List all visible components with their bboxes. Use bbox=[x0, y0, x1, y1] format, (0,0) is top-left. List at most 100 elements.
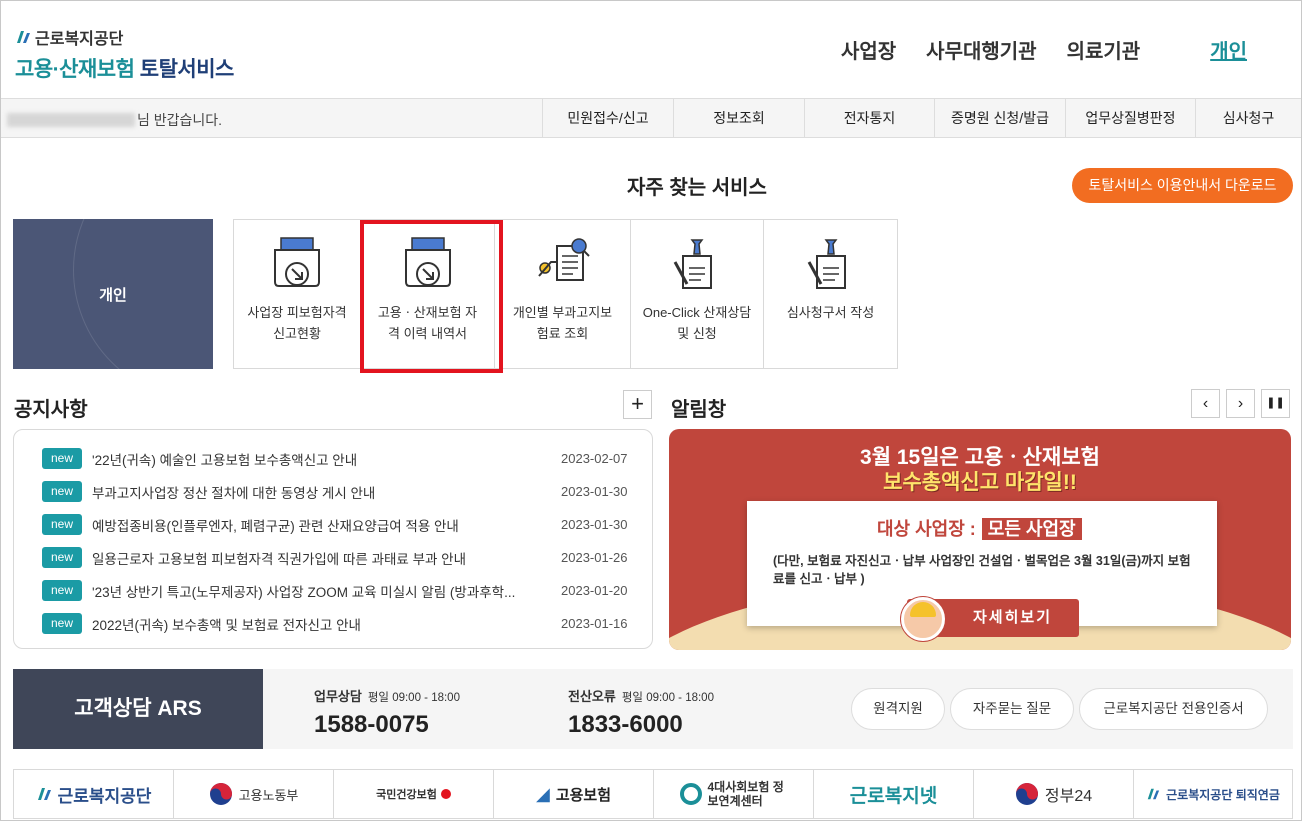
document-search-icon bbox=[537, 238, 590, 281]
banner-desc: (다만, 보험료 자진신고ㆍ납부 사업장인 건설업ㆍ벌목업은 3월 31일(금)… bbox=[773, 554, 1191, 586]
logo-mark-icon bbox=[37, 788, 51, 800]
menu-civil-filing[interactable]: 민원접수/신고 bbox=[542, 99, 673, 137]
next-button[interactable]: › bbox=[1226, 389, 1255, 418]
link-ei[interactable]: ◢ 고용보험 bbox=[494, 770, 654, 818]
sub-nav-bar: 님 반갑습니다. 민원접수/신고 정보조회 전자통지 증명원 신청/발급 업무상… bbox=[1, 98, 1301, 138]
org-name: 근로복지공단 bbox=[35, 31, 124, 48]
list-item[interactable]: new '22년(귀속) 예술인 고용보험 보수총액신고 안내 2023-02-… bbox=[14, 442, 652, 475]
menu-occupational-disease[interactable]: 업무상질병판정 bbox=[1065, 99, 1195, 137]
greeting-text: 님 반갑습니다. bbox=[137, 112, 223, 128]
user-name-redacted bbox=[7, 113, 135, 127]
menu-info-lookup[interactable]: 정보조회 bbox=[673, 99, 804, 137]
faq-button[interactable]: 자주묻는 질문 bbox=[950, 688, 1074, 730]
link-nhis[interactable]: 국민건강보험 bbox=[334, 770, 494, 818]
notice-title[interactable]: 일용근로자 고용보험 피보험자격 직권가입에 따른 과태료 부과 안내 bbox=[92, 548, 532, 568]
customer-center: 업무상담 평일 09:00 - 18:00 1588-0075 전산오류 평일 09… bbox=[263, 669, 1293, 749]
list-item[interactable]: new 2022년(귀속) 보수총액 및 보험료 전자신고 안내 2023-01… bbox=[14, 607, 652, 640]
notice-date: 2023-01-20 bbox=[561, 583, 628, 598]
service-label-4b: 및 신청 bbox=[677, 326, 717, 341]
customer-center-title: 고객상담 ARS bbox=[13, 669, 263, 749]
notice-date: 2023-01-30 bbox=[561, 517, 628, 532]
service-label-4: One-Click 산재상담 bbox=[642, 305, 752, 320]
notice-title[interactable]: '22년(귀속) 예술인 고용보험 보수총액신고 안내 bbox=[92, 449, 532, 469]
list-item[interactable]: new 부과고지사업장 정산 절차에 대한 동영상 게시 안내 2023-01-… bbox=[14, 475, 652, 508]
notice-title[interactable]: 2022년(귀속) 보수총액 및 보험료 전자신고 안내 bbox=[92, 614, 532, 634]
prev-button[interactable]: ‹ bbox=[1191, 389, 1220, 418]
link-4insure[interactable]: 4대사회보험 정보연계센터 bbox=[654, 770, 814, 818]
nav-business[interactable]: 사업장 bbox=[841, 35, 896, 64]
nav-agency[interactable]: 사무대행기관 bbox=[926, 35, 1036, 64]
link-moel[interactable]: 고용노동부 bbox=[174, 770, 334, 818]
banner-line-2: 보수총액신고 마감일!! bbox=[883, 471, 1077, 494]
highlight-box bbox=[360, 220, 503, 373]
nav-personal[interactable]: 개인 bbox=[1210, 35, 1247, 64]
worker-helmet-icon bbox=[901, 597, 945, 641]
service-appeal-form[interactable]: 심사청구서 작성 bbox=[764, 220, 897, 368]
link-pension[interactable]: 근로복지공단 퇴직연금 bbox=[1134, 770, 1292, 818]
document-pen-icon bbox=[673, 239, 712, 289]
logo-mark-icon bbox=[1147, 788, 1160, 800]
target-value: 모든 사업장 bbox=[981, 518, 1082, 540]
new-badge: new bbox=[42, 481, 82, 502]
header: 근로복지공단 고용·산재보험 토탈서비스 사업장 사무대행기관 의료기관 개인 bbox=[1, 1, 1301, 97]
service-label-3: 개인별 부과고지보 bbox=[512, 305, 613, 320]
logo-mark-icon bbox=[17, 31, 30, 43]
list-item[interactable]: new '23년 상반기 특고(노무제공자) 사업장 ZOOM 교육 미실시 알… bbox=[14, 574, 652, 607]
business-label: 업무상담 bbox=[314, 689, 362, 704]
business-hours: 평일 09:00 - 18:00 bbox=[367, 692, 460, 704]
menu-certificate[interactable]: 증명원 신청/발급 bbox=[934, 99, 1065, 137]
menu-appeal[interactable]: 심사청구 bbox=[1195, 99, 1301, 137]
personal-panel: 개인 bbox=[13, 219, 213, 369]
link-welfare-net[interactable]: 근로복지넷 bbox=[814, 770, 974, 818]
notice-date: 2023-01-30 bbox=[561, 484, 628, 499]
service-personal-premium-lookup[interactable]: 개인별 부과고지보 험료 조회 bbox=[495, 220, 631, 368]
notice-title[interactable]: 부과고지사업장 정산 절차에 대한 동영상 게시 안내 bbox=[92, 482, 532, 502]
service-name-suffix: 토탈서비스 bbox=[134, 58, 235, 81]
notices-more-button[interactable]: + bbox=[623, 390, 652, 419]
service-label-1b: 신고현황 bbox=[273, 326, 321, 341]
nav-medical[interactable]: 의료기관 bbox=[1067, 35, 1141, 64]
new-badge: new bbox=[42, 448, 82, 469]
frequent-services-title: 자주 찾는 서비스 bbox=[627, 177, 767, 199]
document-pen-icon bbox=[807, 239, 846, 289]
notice-date: 2023-01-26 bbox=[561, 550, 628, 565]
new-badge: new bbox=[42, 580, 82, 601]
error-label: 전산오류 bbox=[568, 689, 616, 704]
new-badge: new bbox=[42, 613, 82, 634]
new-badge: new bbox=[42, 514, 82, 535]
notice-list: new '22년(귀속) 예술인 고용보험 보수총액신고 안내 2023-02-… bbox=[13, 429, 653, 649]
banner-card: 대상 사업장 : 모든 사업장 (다만, 보험료 자진신고ㆍ납부 사업장인 건설업… bbox=[747, 501, 1217, 641]
taegeuk-icon bbox=[1015, 783, 1038, 805]
notice-date: 2023-01-16 bbox=[561, 616, 628, 631]
link-gov24[interactable]: 정부24 bbox=[974, 770, 1134, 818]
business-number: 1588-0075 bbox=[314, 711, 429, 738]
new-badge: new bbox=[42, 547, 82, 568]
list-item[interactable]: new 일용근로자 고용보험 피보험자격 직권가입에 따른 과태료 부과 안내 … bbox=[14, 541, 652, 574]
certificate-button[interactable]: 근로복지공단 전용인증서 bbox=[1079, 688, 1268, 730]
pause-button[interactable]: ❚❚ bbox=[1261, 389, 1290, 418]
notice-title[interactable]: '23년 상반기 특고(노무제공자) 사업장 ZOOM 교육 미실시 알림 (방… bbox=[92, 581, 532, 601]
service-one-click-consult[interactable]: One-Click 산재상담 및 신청 bbox=[631, 220, 764, 368]
error-number: 1833-6000 bbox=[568, 711, 683, 738]
menu-e-notice[interactable]: 전자통지 bbox=[804, 99, 934, 137]
service-label-1: 사업장 피보험자격 bbox=[247, 305, 347, 320]
site-logo[interactable]: 근로복지공단 고용·산재보험 토탈서비스 bbox=[15, 25, 234, 83]
document-tray-icon bbox=[274, 237, 320, 287]
list-item[interactable]: new 예방접종비용(인플루엔자, 폐렴구균) 관련 산재요양급여 적용 안내 … bbox=[14, 508, 652, 541]
target-label: 대상 사업장 : bbox=[877, 519, 976, 539]
sub-menu: 민원접수/신고 정보조회 전자통지 증명원 신청/발급 업무상질병판정 심사청구 bbox=[542, 99, 1301, 137]
service-workplace-insured-status[interactable]: 사업장 피보험자격 신고현황 bbox=[234, 220, 361, 368]
notice-title[interactable]: 예방접종비용(인플루엔자, 폐렴구균) 관련 산재요양급여 적용 안내 bbox=[92, 515, 532, 535]
download-guide-button[interactable]: 토탈서비스 이용안내서 다운로드 bbox=[1072, 168, 1293, 203]
related-sites: 근로복지공단 고용노동부 국민건강보험 ◢ 고용보험 4대사회보험 정보연계센터… bbox=[13, 769, 1293, 819]
service-name-teal: 고용·산재보험 bbox=[15, 58, 135, 81]
heart-icon bbox=[440, 789, 451, 799]
ei-logo-icon: ◢ bbox=[535, 783, 550, 804]
remote-support-button[interactable]: 원격지원 bbox=[851, 688, 945, 730]
service-label-3b: 험료 조회 bbox=[536, 326, 589, 341]
system-error-consult: 전산오류 평일 09:00 - 18:00 1833-6000 bbox=[568, 686, 714, 739]
link-comwel[interactable]: 근로복지공단 bbox=[14, 770, 174, 818]
business-consult: 업무상담 평일 09:00 - 18:00 1588-0075 bbox=[314, 686, 460, 739]
alert-banner[interactable]: 3월 15일은 고용ㆍ산재보험 보수총액신고 마감일!! 대상 사업장 : 모든 … bbox=[669, 429, 1291, 650]
top-nav: 사업장 사무대행기관 의료기관 개인 bbox=[811, 35, 1301, 64]
